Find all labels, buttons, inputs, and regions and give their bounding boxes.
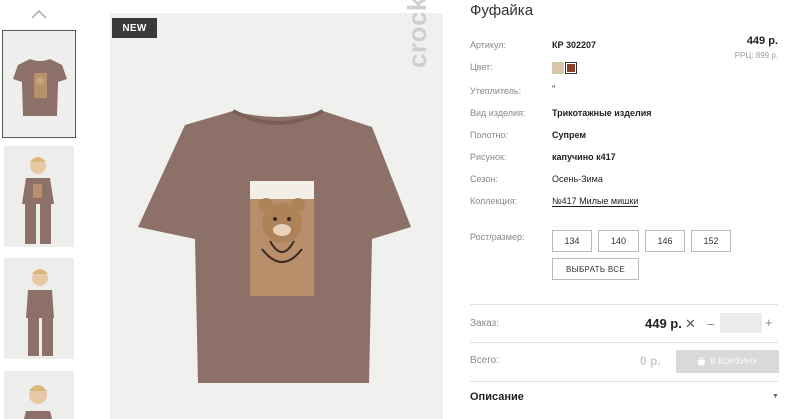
product-image bbox=[110, 13, 443, 419]
add-to-cart-label: В КОРЗИНУ bbox=[710, 357, 758, 366]
size-label: Рост/размер: bbox=[470, 232, 525, 242]
size-button-152[interactable]: 152 bbox=[691, 230, 731, 252]
color-label: Цвет: bbox=[470, 62, 493, 72]
recommended-price: РРЦ: 899 р. bbox=[734, 51, 778, 60]
color-swatch-beige[interactable] bbox=[552, 62, 564, 74]
bag-icon bbox=[698, 357, 706, 366]
new-badge: NEW bbox=[112, 18, 157, 38]
season-label: Сезон: bbox=[470, 174, 498, 184]
divider bbox=[470, 342, 778, 343]
print-label: Рисунок: bbox=[470, 152, 507, 162]
chevron-up-icon[interactable] bbox=[30, 7, 48, 21]
collection-label: Коллекция: bbox=[470, 196, 518, 206]
description-toggle[interactable]: Описание bbox=[470, 391, 524, 403]
article-value: КР 302207 bbox=[552, 40, 597, 50]
remove-icon[interactable]: ✕ bbox=[685, 316, 696, 332]
fabric-value: Супрем bbox=[552, 130, 586, 140]
product-type-label: Вид изделия: bbox=[470, 108, 526, 118]
thumbnail-1[interactable] bbox=[2, 30, 76, 138]
size-button-140[interactable]: 140 bbox=[598, 230, 639, 252]
add-to-cart-button[interactable]: В КОРЗИНУ bbox=[676, 350, 779, 373]
article-label: Артикул: bbox=[470, 40, 507, 50]
quantity-plus-button[interactable]: + bbox=[765, 315, 773, 330]
brand-logo: crockid bbox=[402, 0, 432, 68]
quantity-minus-button[interactable]: – bbox=[707, 316, 714, 331]
product-title: Фуфайка bbox=[470, 2, 534, 19]
collection-link[interactable]: №417 Милые мишки bbox=[552, 196, 639, 207]
thumbnail-3[interactable] bbox=[4, 258, 74, 359]
caret-down-icon[interactable]: ▼ bbox=[772, 393, 779, 400]
season-value: Осень-Зима bbox=[552, 174, 603, 184]
color-swatch-brown-selected[interactable] bbox=[565, 62, 577, 74]
thumbnail-4[interactable] bbox=[4, 371, 74, 419]
product-price: 449 р. bbox=[746, 35, 778, 47]
order-price: 449 р. bbox=[645, 316, 682, 331]
quantity-input[interactable] bbox=[720, 313, 762, 333]
thumbnail-2[interactable] bbox=[4, 146, 74, 247]
tshirt-illustration bbox=[110, 13, 443, 419]
print-value: капучино к417 bbox=[552, 152, 616, 162]
size-button-146[interactable]: 146 bbox=[645, 230, 685, 252]
divider bbox=[470, 304, 778, 305]
order-label: Заказ: bbox=[470, 318, 500, 329]
size-button-134[interactable]: 134 bbox=[552, 230, 592, 252]
fabric-label: Полотно: bbox=[470, 130, 509, 140]
total-value: 0 р. bbox=[640, 354, 661, 368]
select-all-sizes-button[interactable]: ВЫБРАТЬ ВСЕ bbox=[552, 258, 639, 280]
total-label: Всего: bbox=[470, 355, 499, 366]
divider bbox=[470, 381, 778, 382]
product-type-value: Трикотажные изделия bbox=[552, 108, 652, 118]
insulation-label: Утеплитель: bbox=[470, 86, 522, 96]
insulation-value: " bbox=[552, 84, 556, 94]
